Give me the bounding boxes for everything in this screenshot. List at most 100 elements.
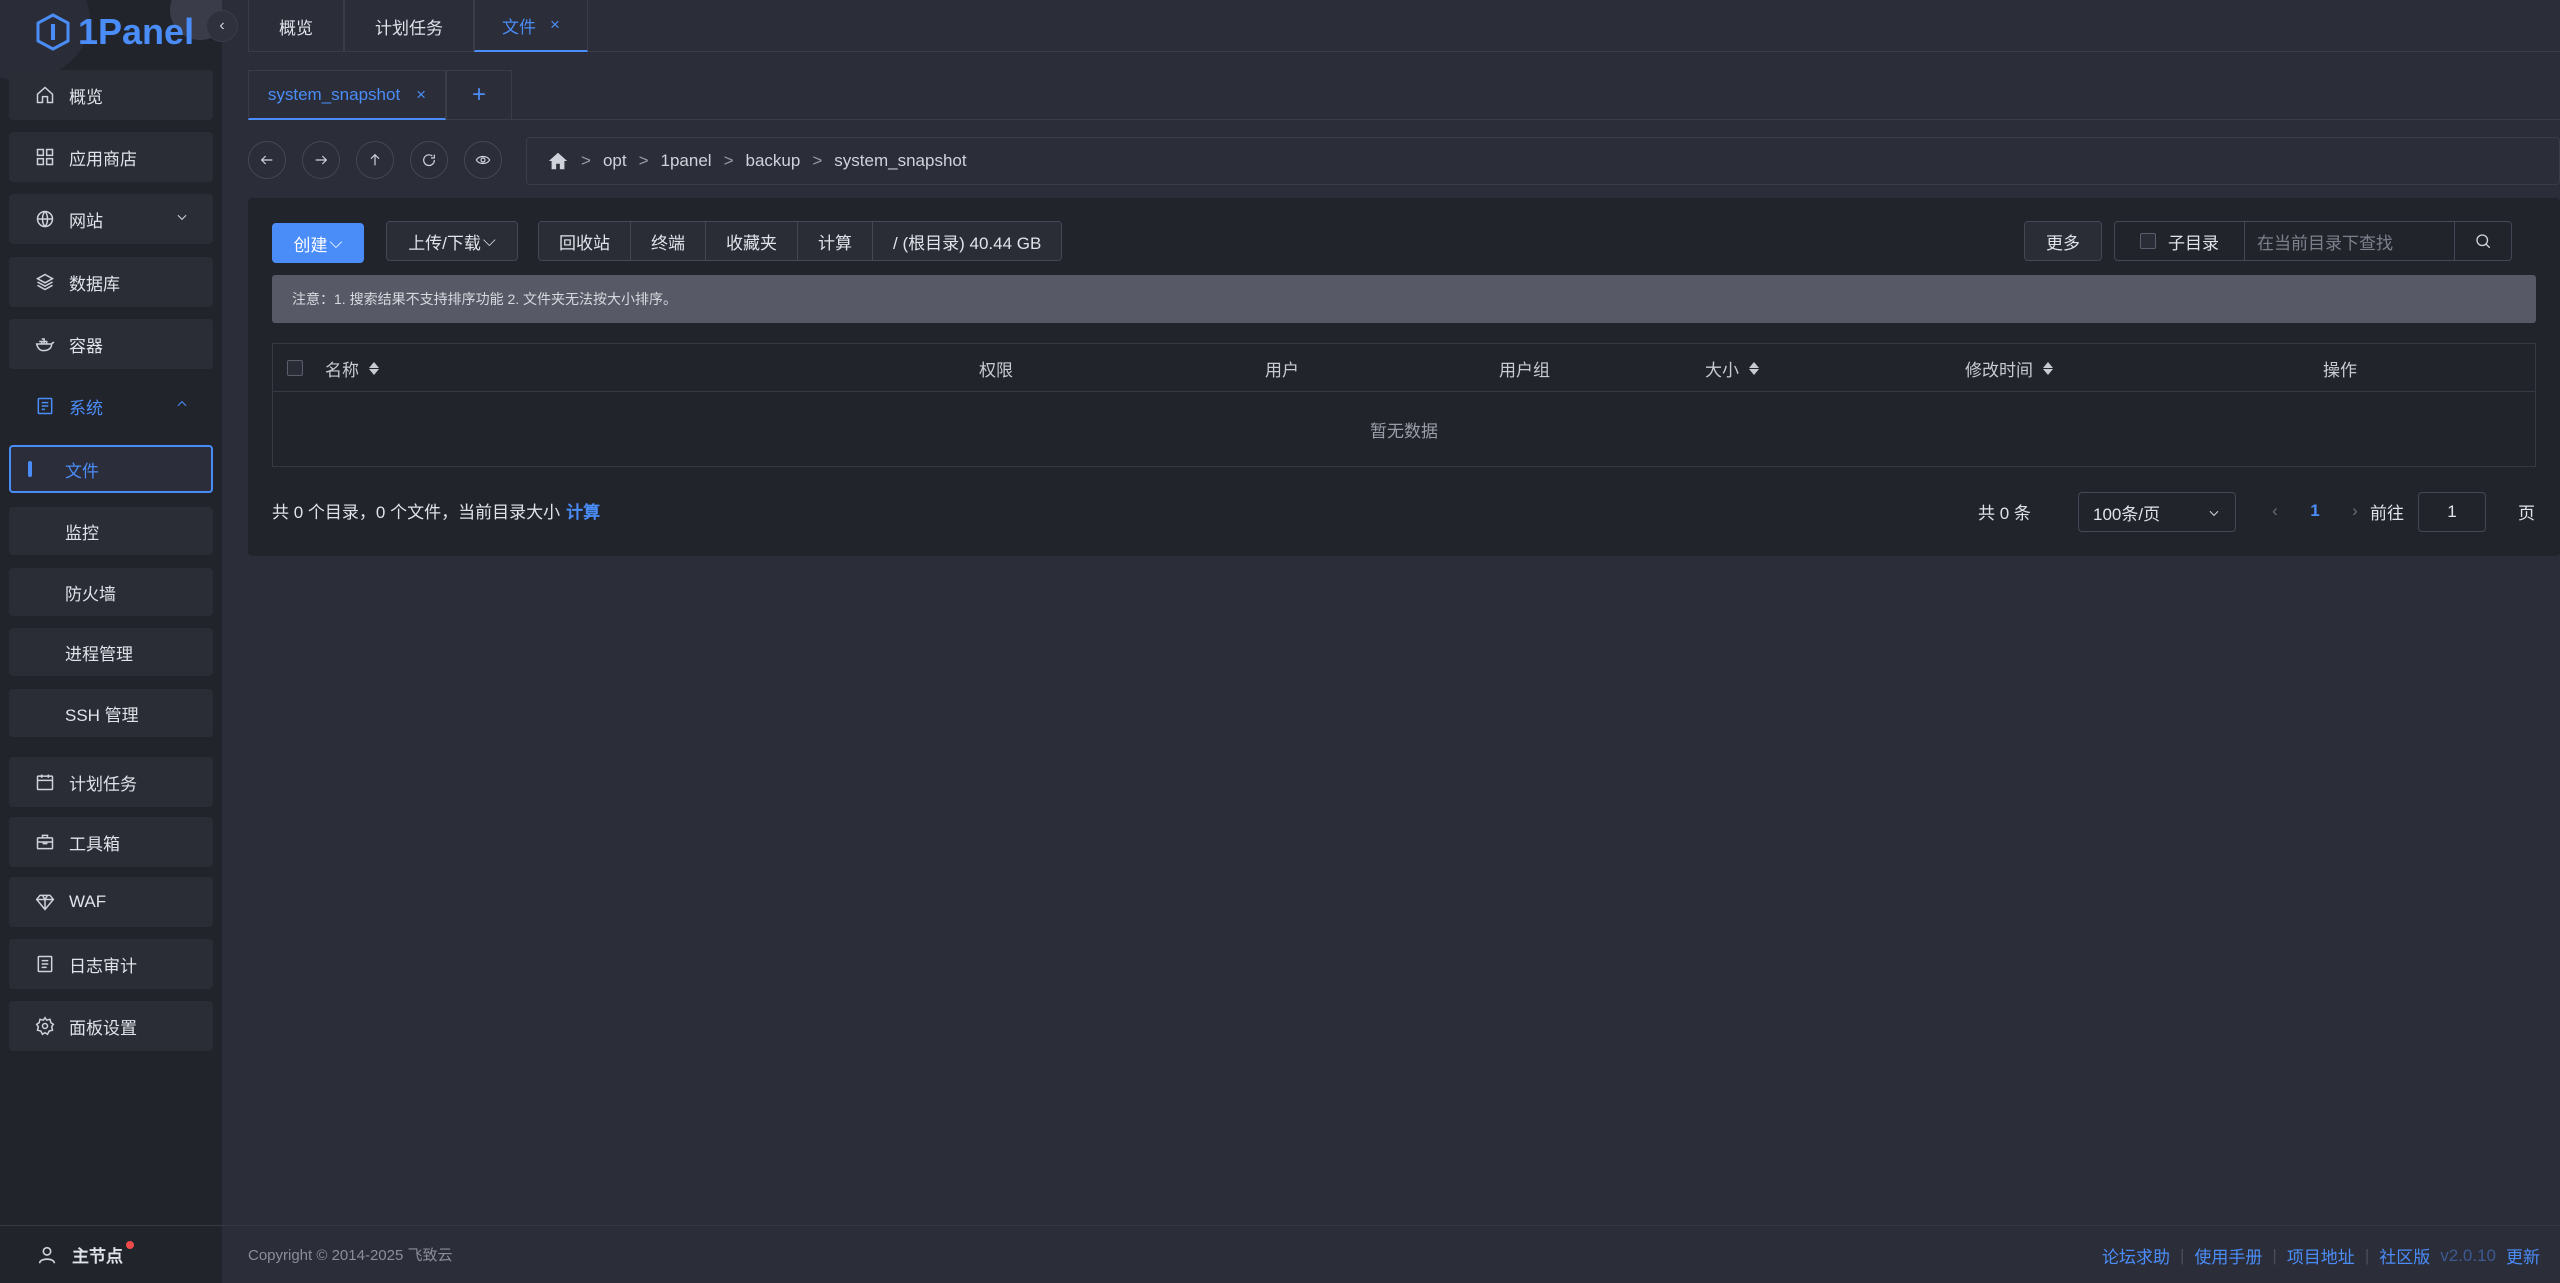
chevron-down-icon [175,209,189,229]
sidebar-item-label: 容器 [69,336,103,356]
calendar-icon [36,774,54,791]
select-all-checkbox[interactable] [287,344,303,392]
close-icon[interactable]: × [550,15,560,35]
disk-usage-button[interactable]: / (根目录) 40.44 GB [873,222,1062,260]
sidebar-subitem-label: 文件 [65,461,99,481]
sidebar-item-toolbox[interactable]: 工具箱 [9,817,213,867]
column-modified[interactable]: 修改时间 [1965,344,2053,392]
tab-cron[interactable]: 计划任务 [344,0,474,52]
checkbox[interactable] [287,360,303,376]
active-indicator [28,461,32,477]
node-switcher[interactable]: 主节点 [0,1225,222,1283]
up-button[interactable] [356,141,394,179]
home-icon[interactable] [547,150,569,172]
next-page-button[interactable]: › [2336,492,2374,530]
forward-button[interactable] [302,141,340,179]
sidebar-subitem-process[interactable]: 进程管理 [9,628,213,676]
sidebar-subitem-ssh[interactable]: SSH 管理 [9,689,213,737]
tab-files[interactable]: 文件 × [474,0,588,52]
subdir-checkbox[interactable]: 子目录 [2115,222,2245,260]
file-tab-system-snapshot[interactable]: system_snapshot × [248,70,446,120]
create-button[interactable]: 创建 ⌵ [272,223,364,263]
breadcrumb-item[interactable]: system_snapshot [834,151,966,171]
button-label: 终端 [651,233,685,253]
prev-page-button[interactable]: ‹ [2256,492,2294,530]
column-label: 用户 [1265,360,1299,380]
column-label: 修改时间 [1965,360,2033,380]
more-button[interactable]: 更多 [2024,221,2102,261]
forum-link[interactable]: 论坛求助 [2102,1243,2170,1268]
sidebar-subitem-monitor[interactable]: 监控 [9,507,213,555]
breadcrumb-item[interactable]: 1panel [661,151,712,171]
sidebar-item-settings[interactable]: 面板设置 [9,1001,213,1051]
notice-banner: 注意：1. 搜索结果不支持排序功能 2. 文件夹无法按大小排序。 [272,275,2536,323]
sidebar-item-label: 日志审计 [69,956,137,976]
calculate-size-link[interactable]: 计算 [566,498,600,523]
search-input[interactable]: 在当前目录下查找 [2245,222,2455,260]
table-header: 名称 权限 用户 用户组 大小 修改时间 操作 [273,344,2535,392]
add-tab-button[interactable]: + [446,70,512,120]
update-link[interactable]: 更新 [2506,1243,2540,1268]
page-number[interactable]: 1 [2296,492,2334,530]
sidebar-item-appstore[interactable]: 应用商店 [9,132,213,182]
sidebar-item-website[interactable]: 网站 [9,194,213,244]
manual-link[interactable]: 使用手册 [2194,1243,2262,1268]
page-size-select[interactable]: 100条/页 [2078,492,2236,532]
calculate-button[interactable]: 计算 [798,222,873,260]
page-suffix: 页 [2518,492,2535,530]
version-label: v2.0.10 [2440,1245,2496,1265]
sidebar-item-overview[interactable]: 概览 [9,70,213,120]
server-icon [37,397,53,415]
logo-icon [36,13,70,51]
collapse-sidebar-button[interactable]: ‹ [206,10,238,42]
sort-icon[interactable] [1749,361,1759,375]
sidebar-item-waf[interactable]: WAF [9,877,213,927]
page-number-label: 1 [2310,501,2320,520]
column-size[interactable]: 大小 [1705,344,1759,392]
favorites-button[interactable]: 收藏夹 [706,222,798,260]
goto-page-input[interactable]: 1 [2418,492,2486,532]
terminal-button[interactable]: 终端 [631,222,706,260]
breadcrumb-item[interactable]: opt [603,151,627,171]
home-icon [36,86,54,104]
node-label: 主节点 [72,1247,123,1266]
diamond-icon [35,894,55,911]
sort-icon[interactable] [369,361,379,375]
column-name[interactable]: 名称 [325,344,379,392]
toggle-hidden-button[interactable] [464,141,502,179]
sort-icon[interactable] [2043,361,2053,375]
sidebar-item-container[interactable]: 容器 [9,319,213,369]
recycle-bin-button[interactable]: 回收站 [539,222,631,260]
project-link[interactable]: 项目地址 [2287,1243,2355,1268]
sidebar-subitem-files[interactable]: 文件 [9,445,213,493]
close-icon[interactable]: × [416,85,426,105]
sidebar-item-cron[interactable]: 计划任务 [9,757,213,807]
tab-label: 概览 [279,18,313,38]
file-tab-label: system_snapshot [267,84,401,104]
sidebar-subitem-label: 进程管理 [65,644,133,664]
button-label: 回收站 [559,233,610,253]
back-button[interactable] [248,141,286,179]
sidebar-item-log-audit[interactable]: 日志审计 [9,939,213,989]
breadcrumb-separator: > [812,151,823,170]
goto-text: 前往 [2370,503,2404,523]
tab-overview[interactable]: 概览 [248,0,344,52]
refresh-icon [423,154,435,167]
column-label: 名称 [325,360,359,380]
grid-icon [36,148,54,166]
brand-name: 1Panel [78,11,195,52]
sidebar-item-database[interactable]: 数据库 [9,257,213,307]
search-button[interactable] [2455,222,2511,260]
edition-link[interactable]: 社区版 [2379,1243,2430,1268]
column-label: 大小 [1705,360,1739,380]
sidebar-item-system[interactable]: 系统 [9,381,213,431]
breadcrumb-item[interactable]: backup [746,151,801,171]
upload-download-button[interactable]: 上传/下载 ⌵ [386,221,518,261]
sidebar-subitem-firewall[interactable]: 防火墙 [9,568,213,616]
sidebar-subitem-label: 防火墙 [65,584,116,604]
refresh-button[interactable] [410,141,448,179]
breadcrumb-separator: > [723,151,734,170]
chevron-up-icon [175,396,189,416]
checkbox[interactable] [2140,233,2156,249]
subdir-label: 子目录 [2168,233,2219,253]
